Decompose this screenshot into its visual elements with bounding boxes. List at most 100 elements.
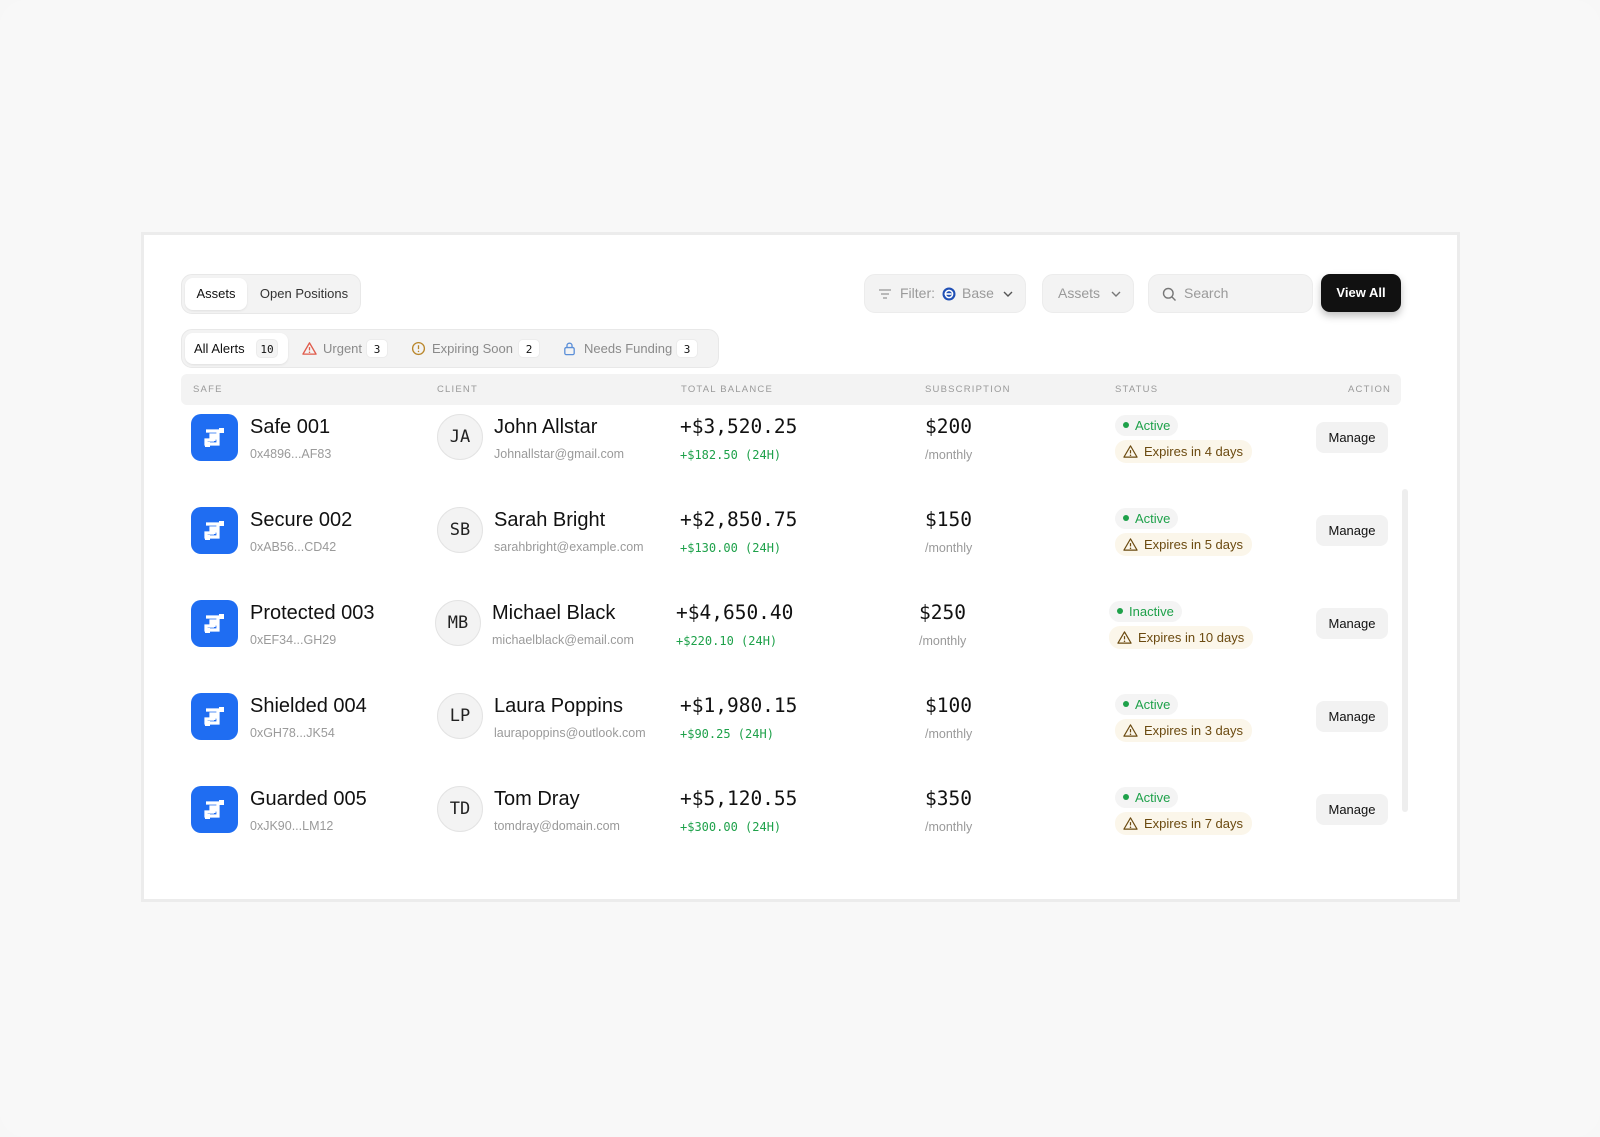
client-name[interactable]: Sarah Bright — [494, 509, 605, 532]
column-header-total-balance: Total Balance — [681, 384, 773, 395]
balance-change-24h: +$130.00 (24H) — [680, 541, 782, 555]
column-header-client: Client — [437, 384, 478, 395]
status-text: Inactive — [1129, 604, 1174, 619]
filter-value: Base — [962, 285, 994, 301]
subscription-period: /monthly — [925, 727, 973, 741]
client-email: Johnallstar@gmail.com — [494, 447, 625, 461]
safe-name[interactable]: Secure 002 — [250, 509, 352, 532]
search-icon — [1162, 287, 1176, 301]
total-balance: +$4,650.40 — [676, 601, 794, 624]
safe-logo-icon — [191, 507, 238, 554]
filter-dropdown[interactable]: Filter: Base — [864, 274, 1026, 313]
scrollbar[interactable] — [1402, 489, 1408, 812]
expiry-text: Expires in 10 days — [1138, 630, 1245, 645]
assets-dropdown-label: Assets — [1058, 285, 1101, 301]
chip-count: 3 — [366, 339, 388, 358]
expiry-badge: Expires in 5 days — [1115, 533, 1252, 556]
status-badge: Active — [1115, 787, 1179, 808]
safe-address: 0xJK90...LM12 — [250, 819, 334, 833]
safes-panel: Assets Open Positions All Alerts 10 Urge… — [141, 232, 1460, 902]
chip-count: 10 — [256, 339, 278, 358]
column-header-subscription: Subscription — [925, 384, 1011, 395]
client-email: michaelblack@email.com — [492, 633, 634, 647]
assets-dropdown[interactable]: Assets — [1042, 274, 1134, 313]
chip-expiring-soon[interactable]: Expiring Soon 2 — [404, 333, 544, 364]
safe-name[interactable]: Protected 003 — [250, 602, 375, 625]
table-row: Guarded 005 0xJK90...LM12 TD Tom Dray to… — [181, 778, 1401, 871]
safe-name[interactable]: Shielded 004 — [250, 695, 367, 718]
chip-label: Urgent — [323, 341, 363, 356]
balance-change-24h: +$90.25 (24H) — [680, 727, 774, 741]
client-avatar: SB — [437, 507, 483, 553]
filter-icon — [879, 289, 891, 299]
safe-address: 0xGH78...JK54 — [250, 726, 335, 740]
subscription-price: $250 — [919, 601, 966, 624]
chip-urgent[interactable]: Urgent 3 — [295, 333, 392, 364]
chip-label: Needs Funding — [584, 341, 673, 356]
manage-button[interactable]: Manage — [1316, 794, 1388, 825]
subscription-period: /monthly — [925, 541, 973, 555]
subscription-period: /monthly — [919, 634, 967, 648]
expiry-text: Expires in 3 days — [1144, 723, 1243, 738]
expiry-badge: Expires in 3 days — [1115, 719, 1252, 742]
alert-filter-chips: All Alerts 10 Urgent 3 Expiring Soon 2 N… — [181, 329, 719, 368]
manage-button[interactable]: Manage — [1316, 608, 1388, 639]
client-name[interactable]: Tom Dray — [494, 788, 580, 811]
status-dot — [1123, 701, 1129, 707]
status-badge: Active — [1115, 415, 1179, 436]
expiry-text: Expires in 4 days — [1144, 444, 1243, 459]
expiry-badge: Expires in 10 days — [1109, 626, 1254, 649]
client-avatar: MB — [435, 600, 481, 646]
client-avatar: LP — [437, 693, 483, 739]
chevron-down-icon — [1111, 291, 1121, 297]
table-row: Protected 003 0xEF34...GH29 MB Michael B… — [181, 592, 1401, 685]
chip-label: All Alerts — [194, 341, 245, 356]
view-all-button[interactable]: View All — [1321, 274, 1401, 312]
manage-button[interactable]: Manage — [1316, 422, 1388, 453]
tab-open-positions[interactable]: Open Positions — [252, 278, 356, 310]
client-name[interactable]: Laura Poppins — [494, 695, 623, 718]
subscription-price: $100 — [925, 694, 972, 717]
warning-icon — [1123, 817, 1138, 830]
status-text: Active — [1135, 418, 1171, 433]
table-header: Safe Client Total Balance Subscription S… — [181, 374, 1401, 405]
total-balance: +$1,980.15 — [680, 694, 798, 717]
safe-name[interactable]: Safe 001 — [250, 416, 330, 439]
chip-needs-funding[interactable]: Needs Funding 3 — [555, 333, 705, 364]
client-avatar: JA — [437, 414, 483, 460]
status-badge: Active — [1115, 508, 1179, 529]
client-name[interactable]: Michael Black — [492, 602, 615, 625]
status-dot — [1117, 608, 1123, 614]
client-email: tomdray@domain.com — [494, 819, 620, 833]
client-avatar: TD — [437, 786, 483, 832]
subscription-price: $150 — [925, 508, 972, 531]
subscription-period: /monthly — [925, 448, 973, 462]
balance-change-24h: +$182.50 (24H) — [680, 448, 782, 462]
client-name[interactable]: John Allstar — [494, 416, 597, 439]
column-header-action: Action — [1348, 384, 1392, 395]
manage-button[interactable]: Manage — [1316, 701, 1388, 732]
safe-address: 0xEF34...GH29 — [250, 633, 337, 647]
subscription-price: $200 — [925, 415, 972, 438]
search-input[interactable]: Search — [1148, 274, 1313, 313]
status-badge: Active — [1115, 694, 1179, 715]
client-email: laurapoppins@outlook.com — [494, 726, 646, 740]
chip-count: 3 — [676, 339, 698, 358]
safe-logo-icon — [191, 786, 238, 833]
expiry-badge: Expires in 4 days — [1115, 440, 1252, 463]
safe-name[interactable]: Guarded 005 — [250, 788, 367, 811]
balance-change-24h: +$300.00 (24H) — [680, 820, 782, 834]
status-dot — [1123, 422, 1129, 428]
view-tabs: Assets Open Positions — [181, 274, 361, 314]
manage-button[interactable]: Manage — [1316, 515, 1388, 546]
expiry-text: Expires in 5 days — [1144, 537, 1243, 552]
warning-icon — [1117, 631, 1132, 644]
safe-logo-icon — [191, 414, 238, 461]
expiry-text: Expires in 7 days — [1144, 816, 1243, 831]
column-header-safe: Safe — [193, 384, 223, 395]
expiry-badge: Expires in 7 days — [1115, 812, 1252, 835]
chip-all-alerts[interactable]: All Alerts 10 — [185, 333, 288, 364]
subscription-price: $350 — [925, 787, 972, 810]
tab-assets[interactable]: Assets — [185, 278, 247, 310]
warning-icon — [1123, 724, 1138, 737]
